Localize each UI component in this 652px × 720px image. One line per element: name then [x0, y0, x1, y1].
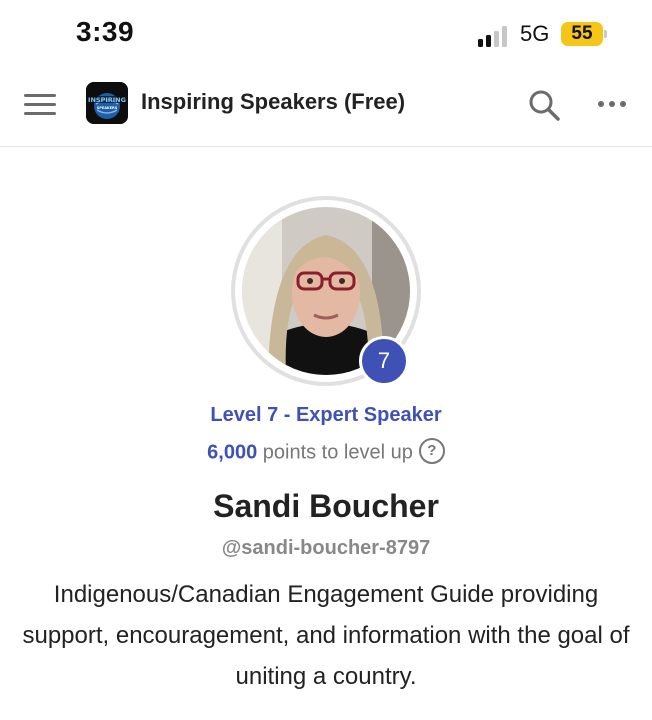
user-bio: Indigenous/Canadian Engagement Guide pro…: [22, 581, 630, 690]
points-value: 6,000: [207, 441, 258, 464]
logo-globe-icon: INSPIRING SPEAKERS: [86, 82, 128, 124]
level-badge: 7: [359, 336, 409, 386]
logo-subtext: SPEAKERS: [97, 106, 118, 110]
points-suffix: points to level up: [257, 441, 413, 464]
app-title: Inspiring Speakers (Free): [141, 89, 406, 114]
more-options-icon[interactable]: [594, 98, 630, 110]
menu-icon[interactable]: [24, 92, 56, 116]
signal-icon: [478, 25, 510, 47]
help-question-icon[interactable]: ?: [418, 438, 445, 464]
network-type: 5G: [520, 21, 550, 46]
user-handle: @sandi-boucher-8797: [221, 537, 431, 559]
battery-nub: [604, 30, 607, 38]
app-header: INSPIRING SPEAKERS Inspiring Speakers (F…: [0, 70, 652, 147]
points-to-level-up: 6,000 points to level up?: [0, 438, 652, 466]
user-name: Sandi Boucher: [213, 488, 439, 524]
status-time: 3:39: [76, 16, 135, 47]
battery-icon: 55: [561, 22, 603, 46]
logo-text: INSPIRING: [88, 96, 126, 104]
search-icon[interactable]: [526, 87, 562, 123]
status-bar: 3:39 5G 55: [0, 0, 652, 70]
profile-avatar-container: 7: [231, 196, 421, 386]
app-logo[interactable]: INSPIRING SPEAKERS: [86, 82, 128, 124]
level-label[interactable]: Level 7 - Expert Speaker: [0, 404, 652, 427]
